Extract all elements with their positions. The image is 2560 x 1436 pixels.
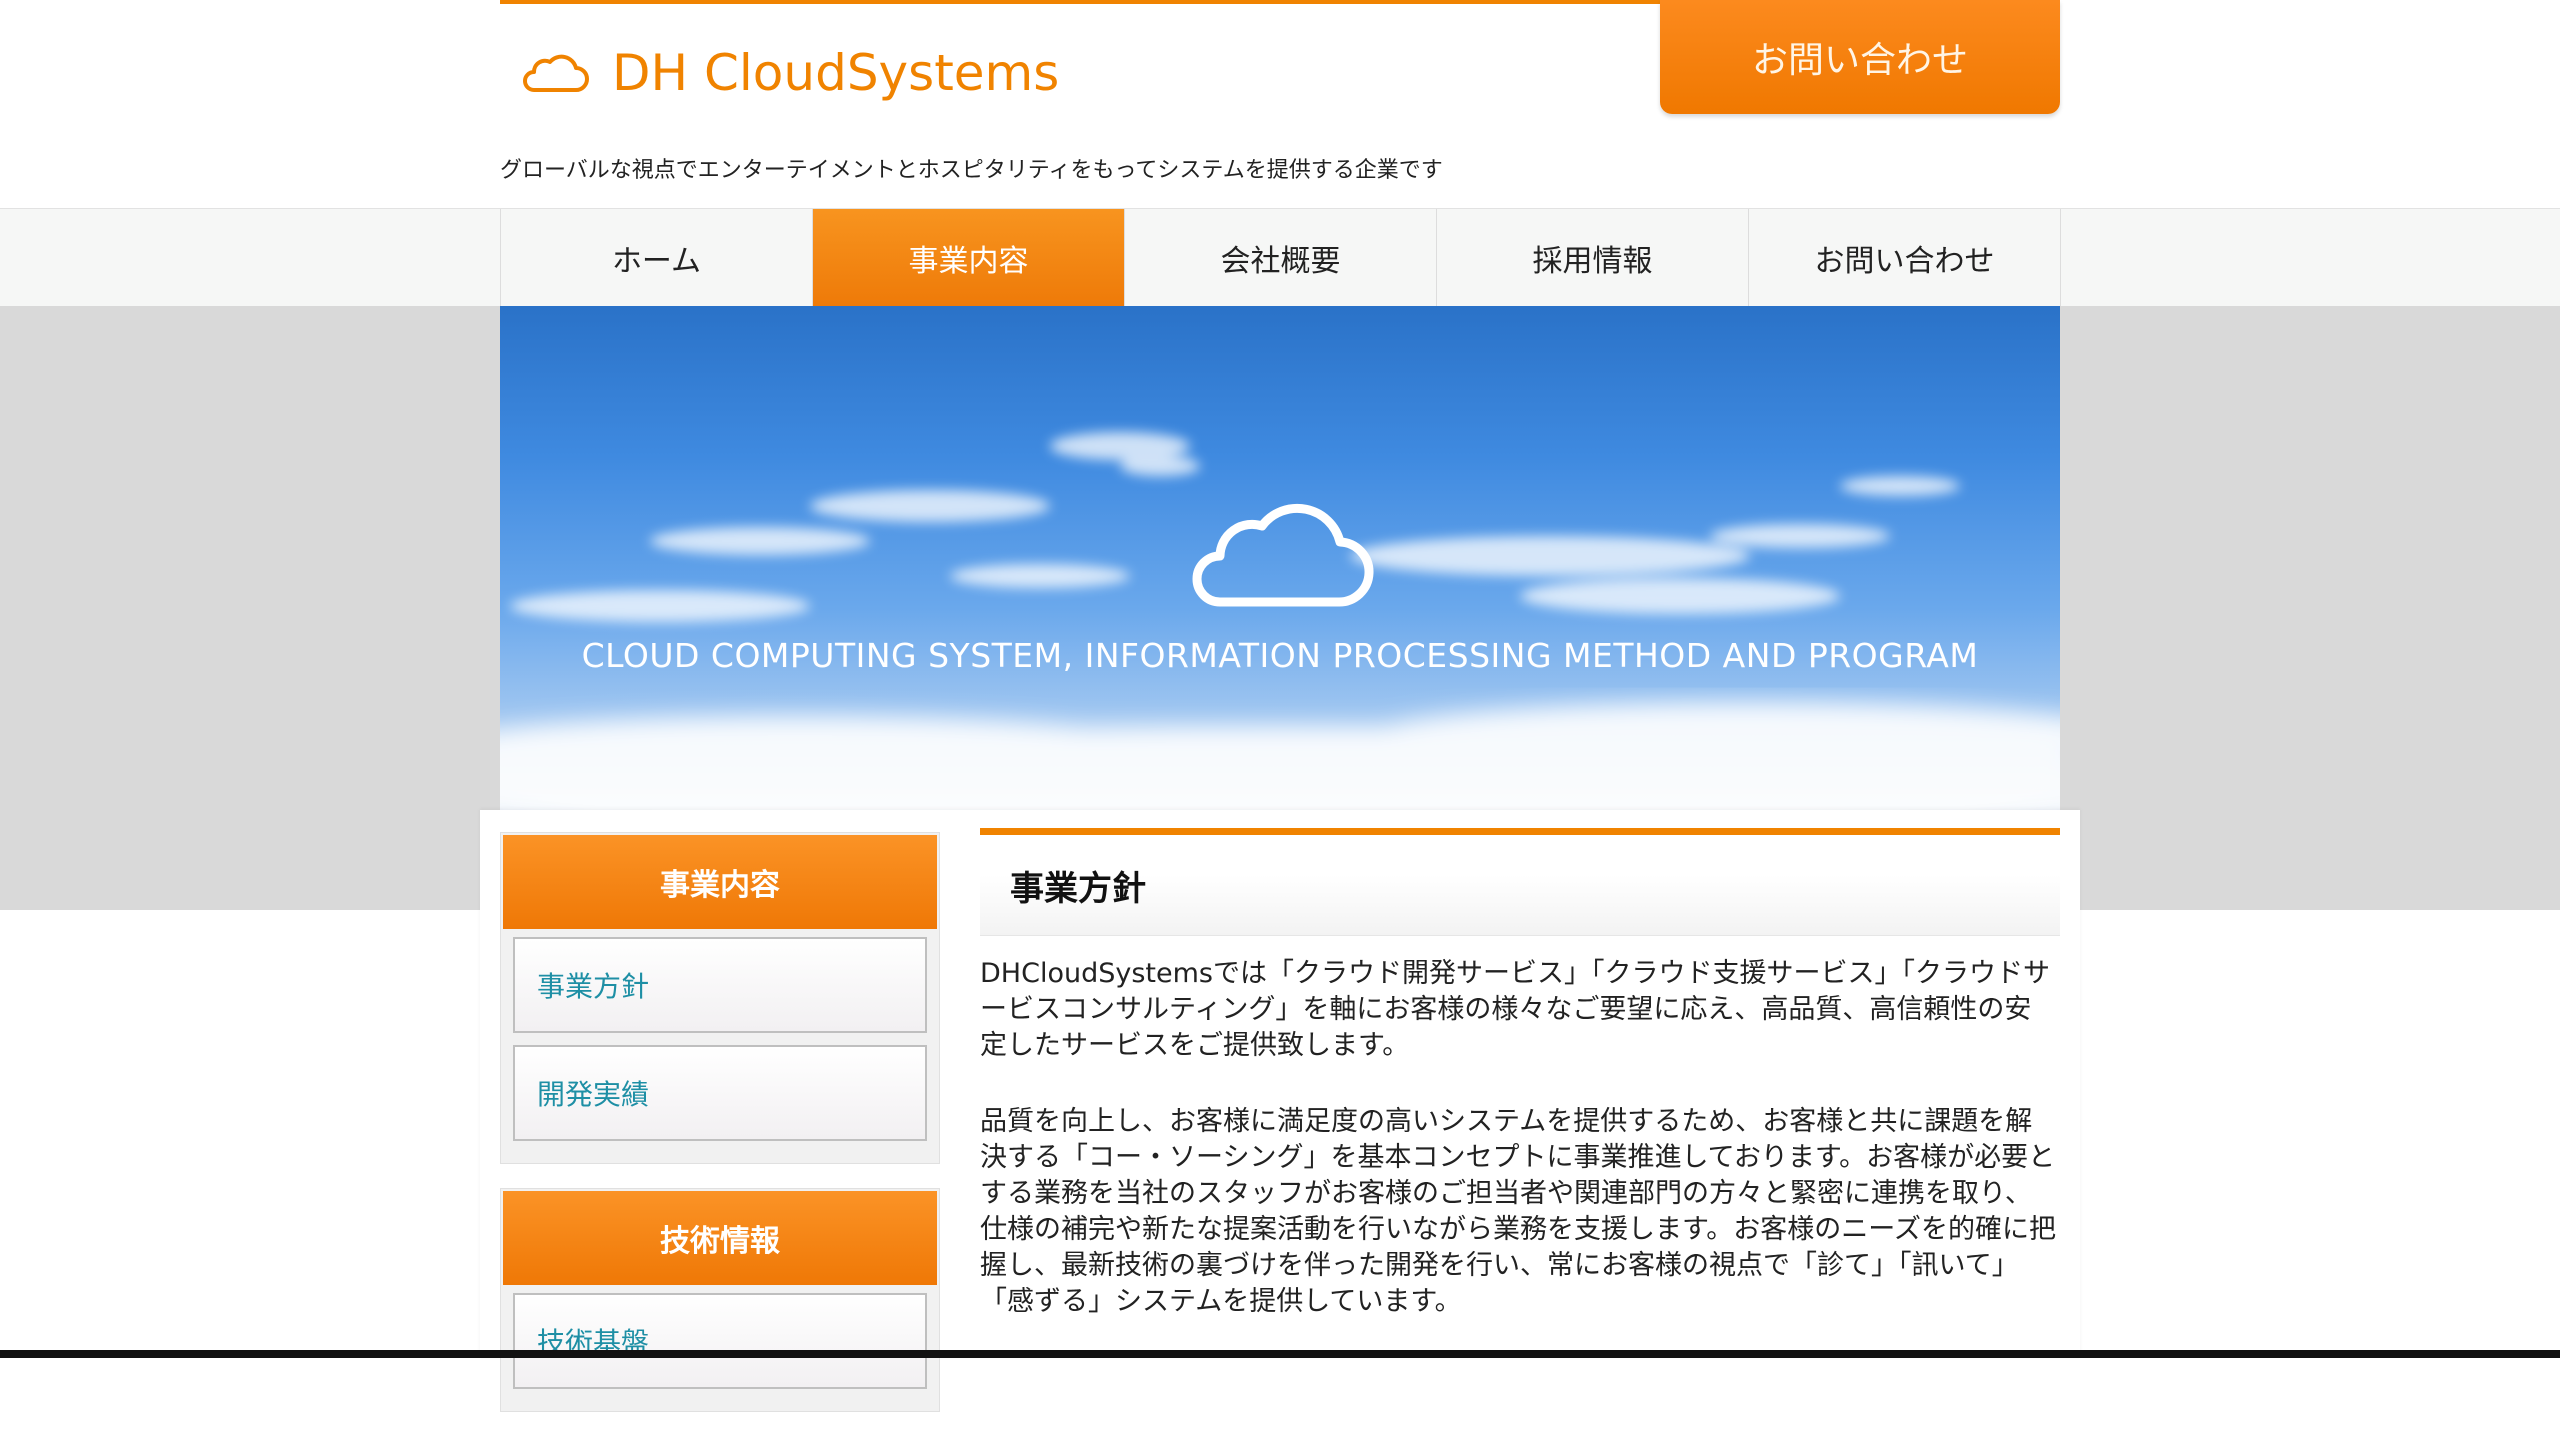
sidebar-link-policy[interactable]: 事業方針	[513, 937, 927, 1033]
content-container: 事業内容 事業方針 開発実績 技術情報 技術基盤 事業方針 DHCloudSys…	[480, 810, 2080, 1412]
window-bottom-edge	[0, 1350, 2560, 1358]
sidebar-heading-business: 事業内容	[503, 835, 937, 929]
policy-paragraph-1: DHCloudSystemsでは「クラウド開発サービス」「クラウド支援サービス」…	[980, 958, 2050, 1061]
nav-item-company[interactable]: 会社概要	[1125, 209, 1437, 307]
sidebar: 事業内容 事業方針 開発実績 技術情報 技術基盤	[500, 832, 940, 1436]
site-logo[interactable]: DH CloudSystems	[520, 42, 1059, 104]
hero-banner: CLOUD COMPUTING SYSTEM, INFORMATION PROC…	[500, 306, 2060, 810]
page-title: 事業方針	[980, 828, 2060, 936]
site-tagline: グローバルな視点でエンターテイメントとホスピタリティをもってシステムを提供する企…	[500, 158, 1443, 183]
nav-item-recruit[interactable]: 採用情報	[1437, 209, 1749, 307]
main-content: 事業方針 DHCloudSystemsでは「クラウド開発サービス」「クラウド支援…	[980, 828, 2060, 1320]
hero-cloud-icon	[1192, 503, 1374, 607]
global-nav-band: ホーム 事業内容 会社概要 採用情報 お問い合わせ	[0, 208, 2560, 307]
logo-text: DH CloudSystems	[612, 44, 1060, 102]
site-header: DH CloudSystems グローバルな視点でエンターテイメントとホスピタリ…	[500, 0, 2060, 208]
sidebar-heading-tech: 技術情報	[503, 1191, 937, 1285]
sidebar-link-tech-base[interactable]: 技術基盤	[513, 1293, 927, 1389]
policy-paragraph-2: 品質を向上し、お客様に満足度の高いシステムを提供するため、お客様と共に課題を解決…	[980, 1106, 2056, 1317]
cloud-logo-icon	[523, 54, 589, 92]
sidebar-section-business: 事業内容 事業方針 開発実績	[500, 832, 940, 1164]
sidebar-section-tech: 技術情報 技術基盤	[500, 1188, 940, 1412]
hero-caption: CLOUD COMPUTING SYSTEM, INFORMATION PROC…	[581, 636, 1979, 675]
nav-item-business[interactable]: 事業内容	[813, 209, 1125, 307]
nav-item-contact[interactable]: お問い合わせ	[1749, 209, 2061, 307]
nav-item-home[interactable]: ホーム	[501, 209, 813, 307]
sidebar-link-achievements[interactable]: 開発実績	[513, 1045, 927, 1141]
global-nav: ホーム 事業内容 会社概要 採用情報 お問い合わせ	[500, 209, 2061, 307]
header-contact-button[interactable]: お問い合わせ	[1660, 0, 2060, 114]
